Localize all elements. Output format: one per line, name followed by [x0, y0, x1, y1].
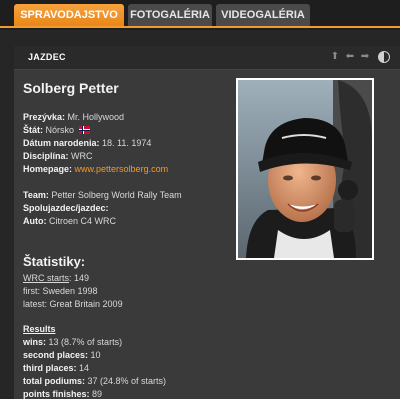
team-row: Team: Petter Solberg World Rally Team: [23, 190, 182, 200]
codriver-row: Spolujazdec/jazdec:: [23, 203, 109, 213]
panel-title: JAZDEC: [28, 52, 66, 62]
contrast-icon[interactable]: [378, 51, 390, 63]
norway-flag-icon: [78, 126, 90, 134]
homepage-link[interactable]: www.pettersolberg.com: [75, 164, 169, 174]
latest-label: latest:: [23, 299, 48, 309]
points-finishes-value: 89: [92, 389, 103, 399]
country-row: Štát: Nórsko: [23, 125, 90, 135]
car-row: Auto: Citroen C4 WRC: [23, 216, 116, 226]
birth-row: Dátum narodenia: 18. 11. 1974: [23, 138, 151, 148]
points-finishes-row: points finishes: 89: [23, 389, 102, 399]
wins-row: wins: 13 (8.7% of starts): [23, 337, 122, 347]
homepage-label: Homepage:: [23, 164, 73, 174]
third-places-row: third places: 14: [23, 363, 89, 373]
total-podiums-label: total podiums:: [23, 376, 85, 386]
discipline-row: Disciplína: WRC: [23, 151, 93, 161]
nickname-value: Mr. Hollywood: [67, 112, 125, 122]
country-value: Nórsko: [45, 125, 75, 135]
top-navigation: SPRAVODAJSTVO FOTOGALÉRIA VIDEOGALÉRIA: [0, 0, 400, 30]
tab-spravodajstvo[interactable]: SPRAVODAJSTVO: [14, 4, 124, 26]
team-value: Petter Solberg World Rally Team: [51, 190, 182, 200]
driver-name: Solberg Petter: [23, 80, 119, 96]
car-value: Citroen C4 WRC: [49, 216, 117, 226]
first-value: Sweden 1998: [42, 286, 98, 296]
results-label[interactable]: Results: [23, 324, 56, 334]
points-finishes-label: points finishes:: [23, 389, 90, 399]
nickname-row: Prezývka: Mr. Hollywood: [23, 112, 124, 122]
second-places-value: 10: [90, 350, 101, 360]
second-places-label: second places:: [23, 350, 89, 360]
arrow-right-icon[interactable]: ➡: [359, 51, 371, 63]
second-places-row: second places: 10: [23, 350, 101, 360]
arrow-up-icon[interactable]: ⬆: [329, 51, 341, 63]
codriver-label: Spolujazdec/jazdec:: [23, 203, 109, 213]
tab-videogaleria[interactable]: VIDEOGALÉRIA: [216, 4, 310, 26]
homepage-row: Homepage: www.pettersolberg.com: [23, 164, 168, 174]
wins-value: 13 (8.7% of starts): [48, 337, 123, 347]
latest-value: Great Britain 2009: [49, 299, 123, 309]
first-row: first: Sweden 1998: [23, 286, 98, 296]
birth-label: Dátum narodenia:: [23, 138, 100, 148]
total-podiums-row: total podiums: 37 (24.8% of starts): [23, 376, 166, 386]
latest-row: latest: Great Britain 2009: [23, 299, 123, 309]
team-label: Team:: [23, 190, 49, 200]
discipline-label: Disciplína:: [23, 151, 69, 161]
wrc-starts-value: 149: [74, 273, 90, 283]
birth-value: 18. 11. 1974: [102, 138, 152, 148]
wrc-starts-label[interactable]: WRC starts: [23, 273, 69, 283]
country-label: Štát:: [23, 125, 43, 135]
tab-bar: SPRAVODAJSTVO FOTOGALÉRIA VIDEOGALÉRIA: [0, 4, 310, 26]
statistics-heading: Štatistiky:: [23, 254, 86, 269]
third-places-label: third places:: [23, 363, 77, 373]
third-places-value: 14: [79, 363, 90, 373]
panel-header: JAZDEC ⬆ ⬅ ➡: [14, 46, 400, 70]
driver-photo: [236, 78, 374, 260]
arrow-left-icon[interactable]: ⬅: [344, 51, 356, 63]
driver-photo-image: [238, 80, 372, 258]
discipline-value: WRC: [71, 151, 93, 161]
total-podiums-value: 37 (24.8% of starts): [87, 376, 167, 386]
wins-label: wins:: [23, 337, 47, 347]
nickname-label: Prezývka:: [23, 112, 66, 122]
results-heading-row: Results: [23, 324, 56, 334]
car-label: Auto:: [23, 216, 47, 226]
first-label: first:: [23, 286, 40, 296]
driver-panel: JAZDEC ⬆ ⬅ ➡ Solberg Petter Prezývka: Mr…: [14, 46, 400, 399]
wrc-starts-row: WRC starts: 149: [23, 273, 90, 283]
tab-underline: [0, 26, 400, 28]
panel-controls: ⬆ ⬅ ➡: [329, 51, 390, 63]
tab-fotogaleria[interactable]: FOTOGALÉRIA: [128, 4, 212, 26]
